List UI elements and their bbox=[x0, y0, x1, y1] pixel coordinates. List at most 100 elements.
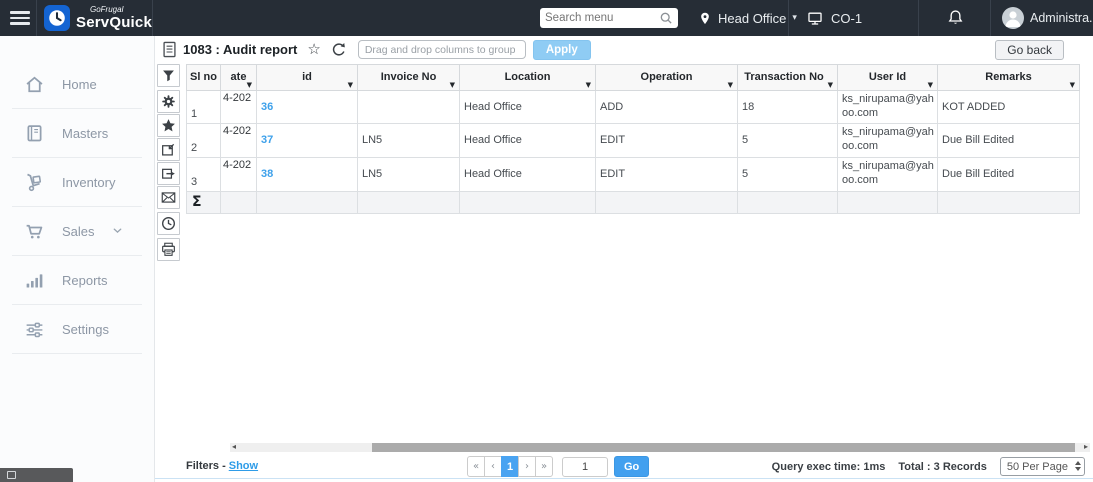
sort-arrow-icon[interactable]: ▼ bbox=[348, 81, 353, 89]
scrollbar-thumb[interactable] bbox=[372, 443, 1075, 452]
sidebar-divider bbox=[12, 353, 142, 354]
location-selector[interactable]: Head Office ▾ bbox=[698, 0, 797, 36]
bottom-divider bbox=[155, 478, 1093, 479]
sort-arrow-icon[interactable]: ▼ bbox=[828, 81, 833, 89]
summary-row: Σ bbox=[186, 190, 1080, 214]
document-icon bbox=[162, 41, 177, 58]
column-header-id[interactable]: id ▼ bbox=[256, 64, 358, 91]
export-arrow-icon[interactable] bbox=[157, 162, 180, 185]
cell-location: Head Office bbox=[459, 122, 596, 158]
topbar-divider bbox=[918, 0, 919, 36]
clock-icon[interactable] bbox=[157, 212, 180, 235]
reports-chart-icon bbox=[24, 270, 45, 291]
column-header-remarks[interactable]: Remarks ▼ bbox=[937, 64, 1080, 91]
cell-remarks: Due Bill Edited bbox=[937, 122, 1080, 158]
column-header-invoice-no[interactable]: Invoice No ▼ bbox=[357, 64, 460, 91]
home-icon bbox=[24, 74, 45, 95]
cell-id-link[interactable]: 37 bbox=[256, 122, 358, 158]
column-header-user-id[interactable]: User Id ▼ bbox=[837, 64, 938, 91]
topbar-divider bbox=[990, 0, 991, 36]
report-tool-strip bbox=[157, 64, 181, 262]
cell-remarks: KOT ADDED bbox=[937, 90, 1080, 124]
column-header-transaction-no[interactable]: Transaction No ▼ bbox=[737, 64, 838, 91]
cell-id-link[interactable]: 38 bbox=[256, 156, 358, 192]
sidebar-item-inventory[interactable]: Inventory bbox=[0, 158, 154, 206]
page-number-input[interactable] bbox=[562, 456, 608, 477]
sidebar-item-settings[interactable]: Settings bbox=[0, 305, 154, 353]
corner-status-popup bbox=[0, 468, 73, 482]
cell-date: 4-202 bbox=[220, 122, 257, 158]
per-page-select[interactable]: 50 Per Page bbox=[999, 457, 1085, 476]
filter-icon[interactable] bbox=[157, 64, 180, 87]
topbar-divider bbox=[152, 0, 153, 36]
column-header-location[interactable]: Location ▼ bbox=[459, 64, 596, 91]
terminal-label: CO-1 bbox=[831, 10, 863, 26]
cell-invoice-no: LN5 bbox=[357, 156, 460, 192]
hamburger-menu-icon[interactable] bbox=[8, 0, 32, 36]
schedule-window-icon[interactable] bbox=[157, 138, 180, 161]
mail-icon[interactable] bbox=[157, 186, 180, 209]
printer-icon[interactable] bbox=[157, 238, 180, 261]
terminal-selector[interactable]: CO-1 bbox=[806, 0, 862, 36]
chevron-down-icon bbox=[111, 224, 124, 240]
sidebar-item-masters[interactable]: Masters bbox=[0, 109, 154, 157]
go-page-button[interactable]: Go bbox=[614, 456, 650, 477]
column-header-date[interactable]: ate ▼ bbox=[220, 64, 257, 91]
apply-button[interactable]: Apply bbox=[532, 39, 591, 60]
cell-id-link[interactable]: 36 bbox=[256, 90, 358, 124]
servquick-app-window: GoFrugal ServQuick Head Office ▾ CO-1 bbox=[0, 0, 1093, 482]
favorite-star-icon[interactable]: ☆ bbox=[307, 42, 320, 57]
sidebar-item-reports[interactable]: Reports bbox=[0, 256, 154, 304]
scroll-right-icon[interactable]: ▸ bbox=[1084, 441, 1088, 453]
sort-arrow-icon[interactable]: ▼ bbox=[586, 81, 591, 89]
cell-transaction-no: 18 bbox=[737, 90, 838, 124]
sort-arrow-icon[interactable]: ▼ bbox=[1070, 81, 1075, 89]
masters-book-icon bbox=[24, 123, 45, 144]
refresh-icon[interactable] bbox=[331, 42, 346, 57]
cell-date: 4-202 bbox=[220, 156, 257, 192]
sigma-summary-icon: Σ bbox=[186, 190, 221, 214]
cell-remarks: Due Bill Edited bbox=[937, 156, 1080, 192]
column-header-sl-no[interactable]: Sl no bbox=[186, 64, 221, 91]
per-page-value: 50 Per Page bbox=[1006, 460, 1068, 473]
brand-text: GoFrugal ServQuick bbox=[76, 6, 152, 31]
cell-operation: ADD bbox=[595, 90, 738, 124]
cell-sl-no: 3 bbox=[186, 156, 221, 192]
search-input[interactable] bbox=[545, 12, 659, 24]
star-icon[interactable] bbox=[157, 114, 180, 137]
column-header-operation[interactable]: Operation ▼ bbox=[595, 64, 738, 91]
sidebar-item-label: Masters bbox=[62, 125, 109, 141]
app-logo: GoFrugal ServQuick bbox=[44, 0, 152, 36]
table-row: 3 4-202 38 LN5 Head Office EDIT 5 ks_nir… bbox=[186, 156, 1080, 192]
window-mini-icon bbox=[7, 471, 16, 479]
go-back-button[interactable]: Go back bbox=[995, 40, 1064, 60]
sidebar-item-label: Reports bbox=[62, 272, 108, 288]
search-icon bbox=[659, 11, 673, 25]
last-page-button[interactable]: » bbox=[535, 456, 553, 477]
scroll-left-icon[interactable]: ◂ bbox=[232, 441, 236, 453]
settings-sliders-icon bbox=[24, 319, 45, 340]
cell-invoice-no bbox=[357, 90, 460, 124]
next-page-button[interactable]: › bbox=[518, 456, 536, 477]
prev-page-button[interactable]: ‹ bbox=[484, 456, 502, 477]
notifications-bell-icon[interactable] bbox=[946, 0, 965, 36]
audit-report-table: Sl no ate ▼ id ▼ Invoice No ▼ Location ▼ Ope… bbox=[186, 64, 1080, 214]
sort-arrow-icon[interactable]: ▼ bbox=[247, 81, 252, 89]
group-by-dropzone[interactable] bbox=[357, 40, 526, 59]
show-filters-link[interactable]: Show bbox=[229, 460, 258, 472]
horizontal-scrollbar[interactable]: ◂ ▸ bbox=[230, 441, 1090, 453]
sidebar-item-home[interactable]: Home bbox=[0, 60, 154, 108]
sort-arrow-icon[interactable]: ▼ bbox=[450, 81, 455, 89]
cell-transaction-no: 5 bbox=[737, 156, 838, 192]
sidebar-item-sales[interactable]: Sales bbox=[0, 207, 154, 255]
clock-logo-icon bbox=[44, 5, 70, 31]
gear-icon[interactable] bbox=[157, 90, 180, 113]
filters-label: Filters - bbox=[186, 460, 226, 472]
avatar-icon bbox=[1002, 7, 1024, 29]
current-page-button[interactable]: 1 bbox=[501, 456, 519, 477]
cell-sl-no: 2 bbox=[186, 122, 221, 158]
sort-arrow-icon[interactable]: ▼ bbox=[728, 81, 733, 89]
first-page-button[interactable]: « bbox=[467, 456, 485, 477]
sort-arrow-icon[interactable]: ▼ bbox=[928, 81, 933, 89]
user-menu[interactable]: Administra... ▾ bbox=[1002, 0, 1093, 36]
